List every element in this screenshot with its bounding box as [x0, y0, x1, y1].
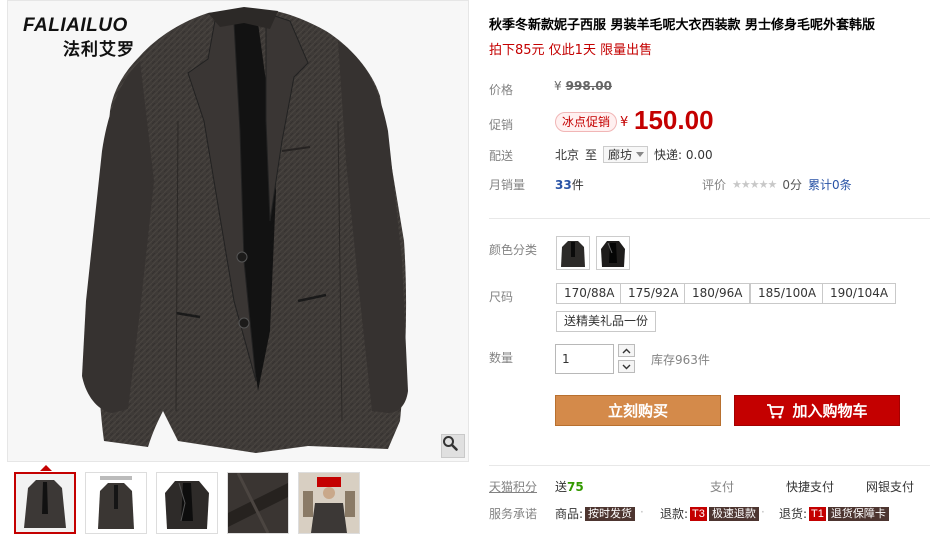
- fast-pay-option: 快捷支付: [786, 480, 835, 494]
- thumbnail-3[interactable]: [156, 472, 218, 534]
- points-number: 75: [567, 480, 584, 494]
- color-label: 颜色分类: [489, 243, 538, 257]
- thumbnail-1[interactable]: [14, 472, 76, 534]
- shipping-to-word: 至: [585, 148, 598, 162]
- service-label: 服务承诺: [489, 507, 538, 521]
- payment-label: 支付: [710, 480, 735, 494]
- color-option-1[interactable]: [556, 236, 590, 270]
- thumbnail-5[interactable]: [298, 472, 360, 534]
- service-separator: ·: [761, 505, 765, 519]
- add-to-cart-label: 加入购物车: [792, 402, 868, 420]
- service-separator: ·: [640, 505, 644, 519]
- bank-pay-option: 网银支付: [866, 480, 915, 494]
- service-refund: 退款: T3 极速退款: [660, 505, 759, 522]
- service-refund-label: 退款:: [660, 507, 689, 521]
- size-option-gift[interactable]: 送精美礼品一份: [556, 311, 657, 332]
- thumbnail-2[interactable]: [85, 472, 147, 534]
- divider-top: [489, 218, 930, 219]
- divider-bottom: [489, 465, 930, 466]
- service-goods-tag[interactable]: 按时发货: [585, 506, 636, 521]
- service-return: 退货: T1 退货保障卡: [779, 505, 889, 522]
- quantity-decrease-button[interactable]: [618, 360, 635, 373]
- sales-count: 33: [555, 178, 572, 192]
- size-option-170[interactable]: 170/88A: [556, 283, 623, 304]
- zoom-button[interactable]: [441, 434, 465, 458]
- chevron-down-icon: [622, 364, 631, 369]
- rating-label: 评价: [702, 178, 727, 192]
- service-return-label: 退货:: [779, 507, 808, 521]
- shipping-label: 配送: [489, 149, 514, 163]
- quantity-increase-button[interactable]: [618, 344, 635, 357]
- chevron-up-icon: [622, 348, 631, 353]
- size-option-175[interactable]: 175/92A: [620, 283, 687, 304]
- brand-name-en: FALIAILUO: [23, 15, 128, 36]
- stock-count: 库存963件: [651, 353, 710, 367]
- shipping-destination-select[interactable]: 廊坊: [603, 146, 649, 163]
- promo-tag: 冰点促销: [555, 112, 618, 132]
- product-detail-panel: 秋季冬新款妮子西服 男装羊毛呢大衣西装款 男士修身毛呢外套韩版 拍下85元 仅此…: [489, 0, 930, 542]
- service-return-code: T1: [809, 506, 826, 521]
- service-refund-tag[interactable]: 极速退款: [708, 506, 759, 521]
- brand-logo: FALIAILUO 法利艾罗: [23, 15, 148, 60]
- shipping-from: 北京: [555, 148, 580, 162]
- monthly-sales: 33件: [555, 176, 584, 193]
- size-option-185[interactable]: 185/100A: [750, 283, 825, 304]
- active-thumbnail-indicator: [40, 465, 52, 471]
- reviews-link[interactable]: 累计0条: [808, 176, 852, 193]
- chevron-down-icon: [636, 152, 645, 157]
- quantity-label: 数量: [489, 351, 514, 365]
- original-price-value: 998.00: [565, 79, 612, 93]
- product-title: 秋季冬新款妮子西服 男装羊毛呢大衣西装款 男士修身毛呢外套韩版: [489, 18, 876, 33]
- buy-now-button[interactable]: 立刻购买: [555, 395, 721, 426]
- rating-stars-icon: ★★★★★: [732, 178, 777, 191]
- main-product-image[interactable]: FALIAILUO 法利艾罗: [7, 0, 469, 462]
- add-to-cart-button[interactable]: 加入购物车: [734, 395, 900, 426]
- zoom-icon: [443, 436, 458, 451]
- shipping-info: 北京 至 廊坊 快递: 0.00: [555, 146, 713, 163]
- service-goods: 商品: 按时发货: [555, 505, 636, 522]
- shipping-express: 快递: 0.00: [654, 148, 713, 162]
- points-value: 送75: [555, 478, 584, 495]
- sales-unit: 件: [571, 178, 584, 192]
- cart-icon: [767, 403, 785, 418]
- service-goods-label: 商品:: [555, 507, 584, 521]
- suit-jacket-illustration: [82, 7, 408, 453]
- product-subtitle: 拍下85元 仅此1天 限量出售: [489, 43, 653, 58]
- promo-price: 150.00: [634, 105, 714, 135]
- color-option-2[interactable]: [596, 236, 630, 270]
- service-refund-code: T3: [690, 506, 707, 521]
- promo-label: 促销: [489, 118, 514, 132]
- rating-summary: 评价 ★★★★★ 0分 累计0条: [702, 176, 852, 193]
- promo-price-currency: ¥: [620, 115, 629, 130]
- brand-name-cn: 法利艾罗: [63, 40, 135, 60]
- price-label: 价格: [489, 83, 514, 97]
- original-price-currency: ¥: [554, 79, 562, 93]
- size-label: 尺码: [489, 290, 514, 304]
- original-price: ¥998.00: [554, 79, 612, 93]
- thumbnail-4[interactable]: [227, 472, 289, 534]
- points-prefix: 送: [555, 480, 568, 494]
- service-return-tag[interactable]: 退货保障卡: [827, 506, 889, 521]
- quantity-input[interactable]: [555, 344, 614, 374]
- product-gallery: FALIAILUO 法利艾罗: [0, 0, 470, 542]
- points-label[interactable]: 天猫积分: [489, 478, 537, 495]
- shipping-destination: 廊坊: [608, 148, 633, 162]
- buy-now-label: 立刻购买: [607, 402, 668, 420]
- size-option-190[interactable]: 190/104A: [822, 283, 897, 304]
- size-option-180[interactable]: 180/96A: [684, 283, 751, 304]
- rating-score: 0分: [782, 178, 802, 192]
- sales-label: 月销量: [489, 178, 526, 192]
